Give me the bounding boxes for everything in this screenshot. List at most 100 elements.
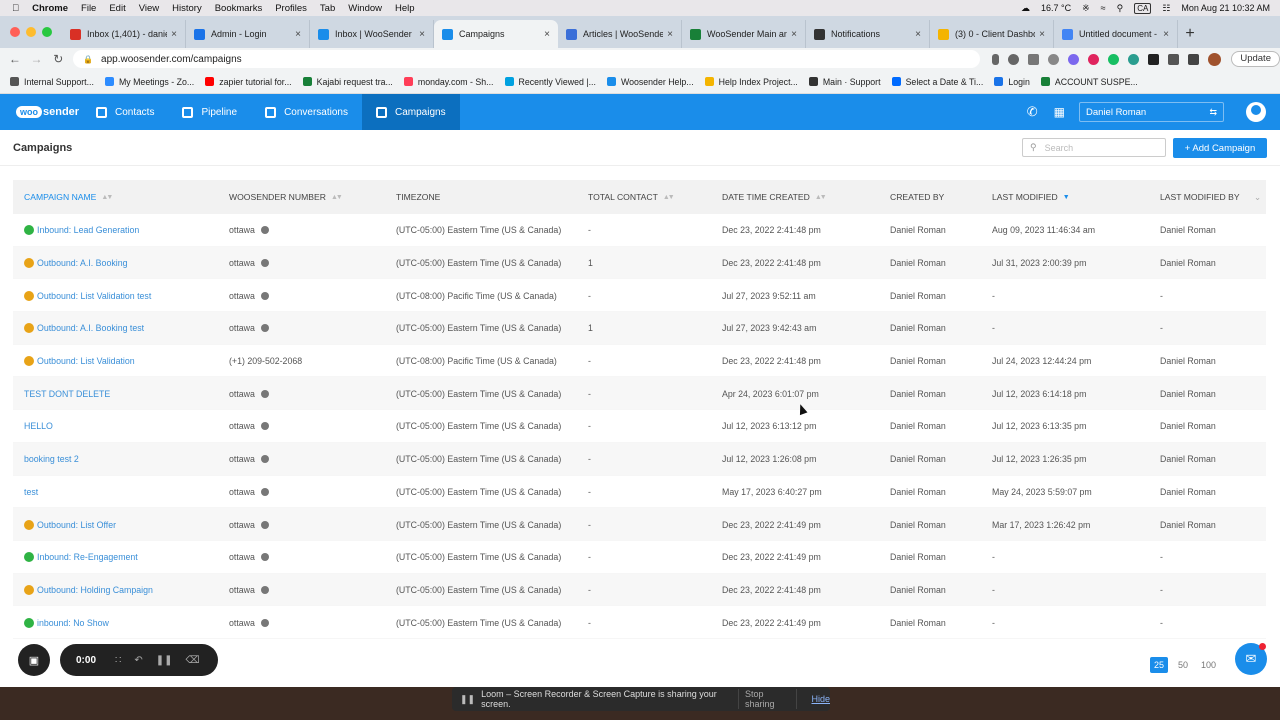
bookmark-item[interactable]: Main · Support xyxy=(808,77,881,87)
extension-icon-2[interactable] xyxy=(1088,53,1100,65)
puzzle-icon[interactable] xyxy=(1168,53,1180,65)
profile-avatar[interactable] xyxy=(1208,52,1222,66)
sidebar-icon[interactable] xyxy=(1188,53,1200,65)
url-input[interactable]: 🔒 app.woosender.com/campaigns xyxy=(73,50,981,68)
sort-icon[interactable]: ▲▼ xyxy=(331,194,343,201)
extension-icon-5[interactable] xyxy=(1148,53,1160,65)
bookmark-item[interactable]: Recently Viewed |... xyxy=(504,77,596,87)
bookmark-star-icon[interactable] xyxy=(1048,53,1060,65)
camera-icon[interactable]: ▣ xyxy=(18,644,50,676)
cell-name[interactable]: Outbound: List Offer xyxy=(24,508,116,541)
cell-name[interactable]: Outbound: Holding Campaign xyxy=(24,574,153,607)
info-icon[interactable] xyxy=(260,487,269,496)
column-chevron-icon[interactable]: ⌄ xyxy=(1254,192,1261,203)
drag-handle-icon[interactable]: ∷ xyxy=(115,655,121,666)
cell-name[interactable]: Outbound: List Validation xyxy=(24,345,135,378)
search-input[interactable]: ⚲ Search xyxy=(1022,138,1166,157)
add-campaign-button[interactable]: + Add Campaign xyxy=(1173,138,1267,158)
browser-tab[interactable]: WooSender Main and × xyxy=(682,20,806,48)
close-tab-icon[interactable]: × xyxy=(791,29,797,40)
minimize-window-button[interactable] xyxy=(26,27,36,37)
input-language[interactable]: CA xyxy=(1134,2,1152,14)
browser-tab[interactable]: Inbox (1,401) - daniel × xyxy=(62,20,186,48)
browser-tab[interactable]: Notifications × xyxy=(806,20,930,48)
cell-name[interactable]: Inbound: Lead Generation xyxy=(24,214,139,247)
spotlight-icon[interactable]: ⚲ xyxy=(1117,3,1124,14)
browser-tab[interactable]: Admin - Login × xyxy=(186,20,310,48)
info-icon[interactable] xyxy=(260,226,269,235)
close-tab-icon[interactable]: × xyxy=(1163,29,1169,40)
info-icon[interactable] xyxy=(260,553,269,562)
bookmark-item[interactable]: My Meetings - Zo... xyxy=(104,77,194,87)
cell-name[interactable]: inbound: No Show xyxy=(24,606,109,639)
user-selector[interactable]: Daniel Roman ⇆ xyxy=(1079,102,1224,122)
browser-tab[interactable]: (3) 0 - Client Dashbo × xyxy=(930,20,1054,48)
new-tab-button[interactable]: + xyxy=(1178,20,1202,48)
phone-icon[interactable]: ✆ xyxy=(1027,104,1038,120)
bookmark-item[interactable]: Kajabi request tra... xyxy=(302,77,393,87)
cell-name[interactable]: Outbound: A.I. Booking xyxy=(24,247,127,280)
menu-tab[interactable]: Tab xyxy=(320,3,335,14)
cell-name[interactable]: TEST DONT DELETE xyxy=(24,377,110,410)
bookmark-item[interactable]: monday.com - Sh... xyxy=(403,77,494,87)
menu-view[interactable]: View xyxy=(139,3,159,14)
close-tab-icon[interactable]: × xyxy=(171,29,177,40)
stop-sharing-button[interactable]: Stop sharing xyxy=(737,689,798,709)
extension-icon-1[interactable] xyxy=(1068,53,1080,65)
page-size-50[interactable]: 50 xyxy=(1174,657,1192,673)
menu-file[interactable]: File xyxy=(81,3,96,14)
close-tab-icon[interactable]: × xyxy=(667,29,673,40)
close-tab-icon[interactable]: × xyxy=(295,29,301,40)
nav-pipeline[interactable]: Pipeline xyxy=(168,94,251,130)
chat-support-icon[interactable]: ✉ xyxy=(1235,643,1267,675)
browser-tab[interactable]: Inbox | WooSender | × xyxy=(310,20,434,48)
sort-icon[interactable]: ▲▼ xyxy=(101,194,113,201)
browser-tab[interactable]: Untitled document - × xyxy=(1054,20,1178,48)
info-icon[interactable] xyxy=(260,324,269,333)
back-button[interactable]: ← xyxy=(4,52,26,66)
column-header[interactable]: CREATED BY xyxy=(890,192,944,202)
hide-button[interactable]: Hide xyxy=(811,694,830,704)
page-size-25[interactable]: 25 xyxy=(1150,657,1168,673)
bookmark-item[interactable]: zapier tutorial for... xyxy=(205,77,292,87)
zoom-window-button[interactable] xyxy=(42,27,52,37)
nav-contacts[interactable]: Contacts xyxy=(82,94,168,130)
cell-name[interactable]: HELLO xyxy=(24,410,53,443)
menubar-datetime[interactable]: Mon Aug 21 10:32 AM xyxy=(1181,3,1270,13)
bookmark-item[interactable]: Login xyxy=(994,77,1030,87)
info-icon[interactable] xyxy=(260,585,269,594)
column-header[interactable]: TOTAL CONTACT ▲▼ xyxy=(588,192,675,202)
column-header[interactable]: DATE TIME CREATED ▲▼ xyxy=(722,192,827,202)
bluetooth-icon[interactable]: ※ xyxy=(1082,3,1090,14)
apple-icon[interactable]:  xyxy=(12,3,19,14)
close-tab-icon[interactable]: × xyxy=(915,29,921,40)
close-window-button[interactable] xyxy=(10,27,20,37)
control-center-icon[interactable]: ☷ xyxy=(1162,3,1170,14)
info-icon[interactable] xyxy=(260,422,269,431)
cell-name[interactable]: booking test 2 xyxy=(24,443,79,476)
bookmark-item[interactable]: Help Index Project... xyxy=(704,77,798,87)
column-header[interactable]: WOOSENDER NUMBER ▲▼ xyxy=(229,192,343,202)
info-icon[interactable] xyxy=(260,618,269,627)
menu-history[interactable]: History xyxy=(172,3,202,14)
nav-campaigns[interactable]: Campaigns xyxy=(361,94,460,130)
user-avatar[interactable] xyxy=(1246,102,1266,122)
calendar-icon[interactable]: ▦ xyxy=(1054,105,1065,119)
bookmark-item[interactable]: Select a Date & Ti... xyxy=(891,77,983,87)
column-header[interactable]: LAST MODIFIED BY xyxy=(1160,192,1240,202)
browser-tab[interactable]: Articles | WooSender × xyxy=(558,20,682,48)
browser-tab[interactable]: Campaigns × xyxy=(434,20,558,48)
page-size-100[interactable]: 100 xyxy=(1198,657,1219,673)
pause-icon[interactable]: ❚❚ xyxy=(156,655,173,666)
sort-icon[interactable]: ▲▼ xyxy=(815,194,827,201)
update-button[interactable]: Update xyxy=(1231,51,1280,67)
nav-conversations[interactable]: Conversations xyxy=(251,94,362,130)
cell-name[interactable]: Outbound: List Validation test xyxy=(24,279,151,312)
close-tab-icon[interactable]: × xyxy=(1039,29,1045,40)
bookmark-item[interactable]: Woosender Help... xyxy=(606,77,694,87)
menu-bookmarks[interactable]: Bookmarks xyxy=(215,3,263,14)
key-icon[interactable] xyxy=(1008,53,1020,65)
menu-window[interactable]: Window xyxy=(348,3,382,14)
bookmark-item[interactable]: Internal Support... xyxy=(10,77,94,87)
cell-name[interactable]: test xyxy=(24,476,38,509)
